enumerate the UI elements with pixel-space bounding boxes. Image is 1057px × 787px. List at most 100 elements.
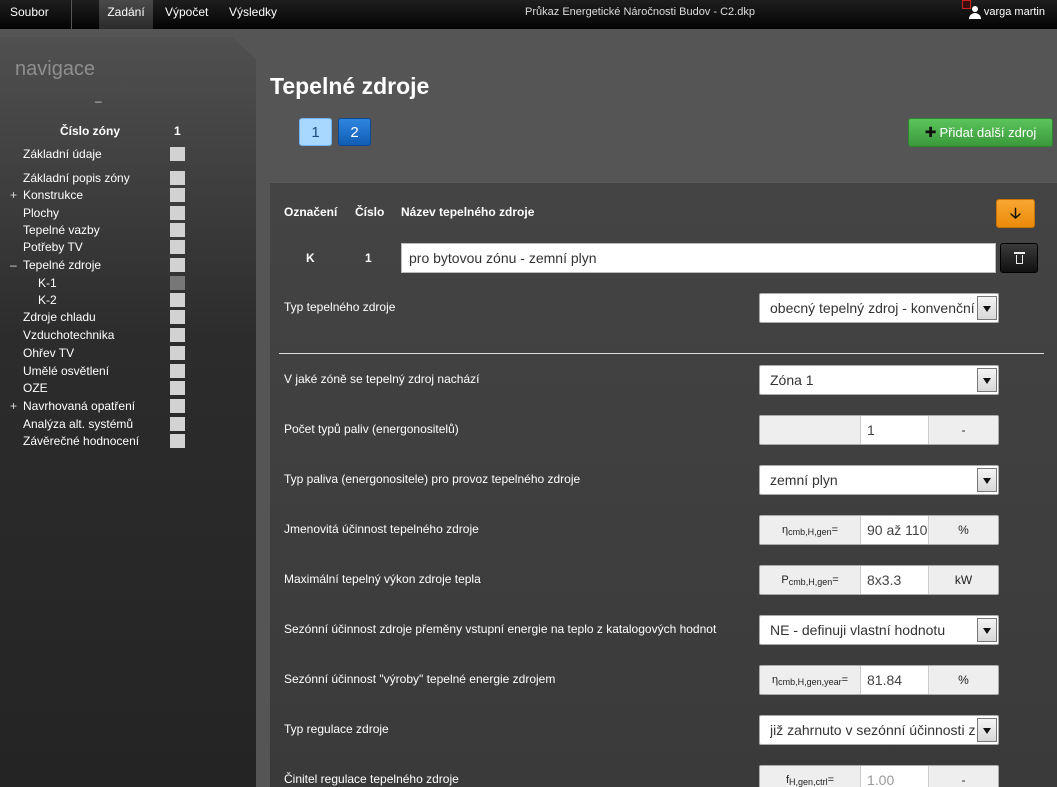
section-divider	[279, 353, 1044, 354]
nav-status-box	[170, 276, 185, 290]
menu-vysledky[interactable]: Výsledky	[229, 0, 277, 29]
nav-label: K-1	[38, 276, 57, 290]
select-value: NE - definuji vlastní hodnotu	[770, 622, 946, 638]
menu-vypocet[interactable]: Výpočet	[165, 0, 208, 29]
delete-source-button[interactable]	[1000, 243, 1038, 273]
nav-item-tepelne-zdroje[interactable]: – Tepelné zdroje	[0, 257, 200, 273]
dropdown-arrow-icon[interactable]	[977, 718, 997, 742]
nav-item-oze[interactable]: OZE	[0, 380, 200, 396]
field-label-typ-regulace: Typ regulace zdroje	[284, 722, 389, 736]
nav-label: OZE	[23, 381, 48, 395]
zona-select[interactable]: Zóna 1	[759, 365, 999, 395]
select-value: Zóna 1	[770, 372, 814, 388]
nav-status-box	[170, 206, 185, 220]
arrow-down-icon: 🡣	[1010, 205, 1021, 222]
user-icon	[968, 5, 981, 19]
dropdown-arrow-icon[interactable]	[977, 368, 997, 392]
field-label-typ-zdroje: Typ tepelného zdroje	[284, 300, 396, 314]
nav-label: Konstrukce	[23, 188, 84, 202]
nav-label: Tepelné zdroje	[23, 258, 102, 272]
nav-item-vzduchotechnika[interactable]: Vzduchotechnika	[0, 327, 200, 343]
page-button-2[interactable]: 2	[338, 118, 371, 146]
zone-number-value[interactable]: 1	[174, 124, 181, 138]
field-unit: kW	[928, 566, 998, 594]
field-label-typ-paliva: Typ paliva (energonositele) pro provoz t…	[284, 472, 581, 486]
nav-item-zdroje-chladu[interactable]: Zdroje chladu	[0, 309, 200, 325]
nav-item-zakladni-popis-zony[interactable]: Základní popis zóny	[0, 170, 200, 186]
collapse-source-button[interactable]: 🡣	[996, 199, 1035, 228]
nav-status-box	[170, 417, 185, 431]
nav-item-k-1[interactable]: K-1	[0, 275, 200, 291]
jmenovita-ucinnost-field: ηcmb,H,gen= 90 až 110%	[759, 515, 999, 545]
field-symbol: Pcmb,H,gen=	[760, 566, 861, 594]
cinitel-regulace-field: fH,gen,ctrl= 1.00-	[759, 765, 999, 787]
field-label-jmenovita-ucinnost: Jmenovitá účinnost tepelného zdroje	[284, 522, 479, 536]
dropdown-arrow-icon[interactable]	[977, 618, 997, 642]
add-source-button[interactable]: ✚ Přidat další zdroj	[908, 118, 1053, 147]
field-unit: %	[928, 666, 998, 694]
source-cislo: 1	[365, 251, 372, 265]
header-cislo: Číslo	[355, 205, 385, 219]
field-label-pocet-paliv: Počet typů paliv (energonositelů)	[284, 422, 459, 436]
typ-zdroje-select[interactable]: obecný tepelný zdroj - konvenční	[759, 293, 999, 323]
cinitel-regulace-input[interactable]: 1.00	[861, 766, 928, 787]
field-label-zona: V jaké zóně se tepelný zdroj nachází	[284, 372, 480, 386]
nav-label: Ohřev TV	[23, 346, 75, 360]
nav-label: K-2	[38, 293, 57, 307]
sezonni-ucinnost-input[interactable]: 81.84	[861, 666, 928, 694]
header-nazev: Název tepelného zdroje	[401, 205, 535, 219]
jmenovita-ucinnost-input[interactable]: 90 až 110	[861, 516, 928, 544]
sezonni-katalog-select[interactable]: NE - definuji vlastní hodnotu	[759, 615, 999, 645]
nav-status-box	[170, 147, 185, 161]
nav-item-k-2[interactable]: K-2	[0, 292, 200, 308]
nav-item-tepelne-vazby[interactable]: Tepelné vazby	[0, 222, 200, 238]
field-symbol	[760, 416, 861, 444]
nav-status-box	[170, 188, 185, 202]
nav-title: navigace	[15, 58, 96, 80]
typ-paliva-select[interactable]: zemní plyn	[759, 465, 999, 495]
nav-item-zakladni-udaje[interactable]: Základní údaje	[0, 146, 200, 162]
max-vykon-input[interactable]: 8x3.3	[861, 566, 928, 594]
select-value: již zahrnuto v sezónní účinnosti zdroje	[770, 722, 976, 738]
field-label-cinitel-regulace: Činitel regulace tepelného zdroje	[284, 772, 459, 786]
nav-expander[interactable]: +	[10, 398, 17, 414]
nav-collapse-toggle[interactable]: –	[95, 94, 102, 108]
pocet-paliv-field: 1-	[759, 415, 999, 445]
dropdown-arrow-icon[interactable]	[977, 468, 997, 492]
nav-label: Navrhovaná opatření	[23, 399, 136, 413]
nav-status-box	[170, 399, 185, 413]
nav-item-potreby-tv[interactable]: Potřeby TV	[0, 239, 200, 255]
nav-label: Analýza alt. systémů	[23, 417, 134, 431]
nav-item-umele-osvetleni[interactable]: Umělé osvětlení	[0, 363, 200, 379]
nav-status-box	[170, 171, 185, 185]
sezonni-ucinnost-field: ηcmb,H,gen,year= 81.84%	[759, 665, 999, 695]
pocet-paliv-input[interactable]: 1	[861, 416, 928, 444]
plus-icon: ✚	[924, 124, 937, 140]
nav-expander[interactable]: –	[10, 257, 17, 273]
nav-status-box	[170, 293, 185, 307]
nav-status-box	[170, 310, 185, 324]
dropdown-arrow-icon[interactable]	[977, 296, 997, 320]
page-button-1[interactable]: 1	[299, 118, 332, 146]
nav-expander[interactable]: +	[10, 187, 17, 203]
nav-item-analyza-alt-systemu[interactable]: Analýza alt. systémů	[0, 416, 200, 432]
nav-status-box	[170, 434, 185, 448]
typ-regulace-select[interactable]: již zahrnuto v sezónní účinnosti zdroje	[759, 715, 999, 745]
select-value: obecný tepelný zdroj - konvenční	[770, 300, 975, 316]
menu-zadani[interactable]: Zadání	[99, 0, 153, 29]
menu-soubor[interactable]: Soubor	[10, 0, 49, 29]
nav-item-konstrukce[interactable]: + Konstrukce	[0, 187, 200, 203]
nav-item-navrhovana-opatreni[interactable]: + Navrhovaná opatření	[0, 398, 200, 414]
user-menu[interactable]: varga martin	[968, 0, 1045, 25]
nav-item-plochy[interactable]: Plochy	[0, 205, 200, 221]
nav-item-zaverecne-hodnoceni[interactable]: Závěrečné hodnocení	[0, 433, 200, 449]
source-name-input[interactable]: pro bytovou zónu - zemní plyn	[401, 243, 996, 273]
field-symbol: ηcmb,H,gen=	[760, 516, 861, 544]
header-oznaceni: Označení	[284, 205, 338, 219]
field-label-sezonni-ucinnost: Sezónní účinnost "výroby" tepelné energi…	[284, 672, 556, 686]
nav-status-box	[170, 346, 185, 360]
nav-status-box	[170, 364, 185, 378]
nav-item-ohrev-tv[interactable]: Ohřev TV	[0, 345, 200, 361]
field-symbol: fH,gen,ctrl=	[760, 766, 861, 787]
user-name: varga martin	[983, 6, 1045, 18]
